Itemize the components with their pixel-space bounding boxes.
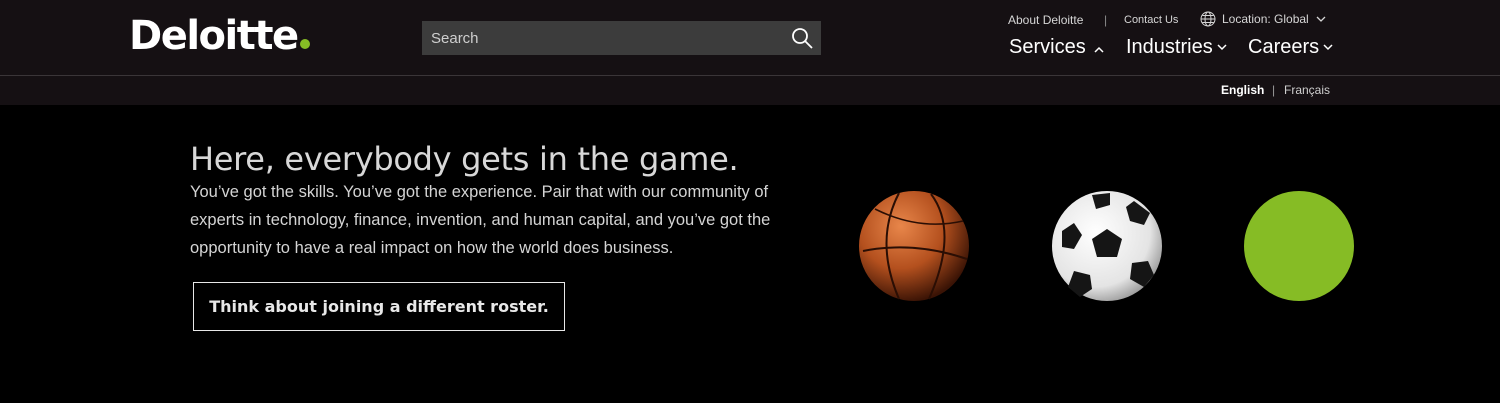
logo-dot-icon: [299, 39, 310, 49]
chevron-down-icon: [1217, 44, 1227, 51]
chevron-up-icon: [1094, 46, 1104, 53]
about-deloitte-link[interactable]: About Deloitte: [1008, 13, 1083, 27]
basketball-icon: [859, 191, 969, 301]
site-header: Deloitte About Deloitte | Contact Us Loc…: [0, 0, 1500, 76]
search-icon[interactable]: [791, 27, 813, 49]
search-input[interactable]: [422, 21, 782, 55]
location-label: Location: Global: [1222, 12, 1309, 26]
join-roster-button[interactable]: Think about joining a different roster.: [193, 282, 565, 331]
chevron-down-icon: [1316, 16, 1326, 22]
contact-us-link[interactable]: Contact Us: [1124, 14, 1178, 26]
search-box: [422, 21, 821, 55]
deloitte-logo[interactable]: Deloitte: [129, 12, 310, 60]
green-ball-icon: [1244, 191, 1354, 301]
globe-icon: [1200, 11, 1216, 27]
nav-careers[interactable]: Careers: [1248, 36, 1333, 59]
nav-services[interactable]: Services: [1009, 36, 1104, 59]
logo-text: Deloitte: [129, 13, 299, 59]
hero-body: You’ve got the skills. You’ve got the ex…: [190, 183, 771, 257]
hero-title: Here, everybody gets in the game.: [190, 140, 739, 178]
language-french[interactable]: Français: [1284, 83, 1330, 97]
nav-industries[interactable]: Industries: [1126, 36, 1227, 59]
utility-separator: |: [1104, 13, 1108, 27]
nav-careers-label: Careers: [1248, 36, 1320, 58]
language-english[interactable]: English: [1221, 83, 1264, 97]
nav-industries-label: Industries: [1126, 36, 1213, 58]
language-bar: English | Français: [0, 76, 1500, 105]
language-separator: |: [1272, 83, 1276, 97]
soccer-ball-icon: [1052, 191, 1162, 301]
chevron-down-icon: [1323, 44, 1333, 51]
location-selector[interactable]: Location: Global: [1200, 11, 1326, 27]
nav-services-label: Services: [1009, 36, 1086, 58]
